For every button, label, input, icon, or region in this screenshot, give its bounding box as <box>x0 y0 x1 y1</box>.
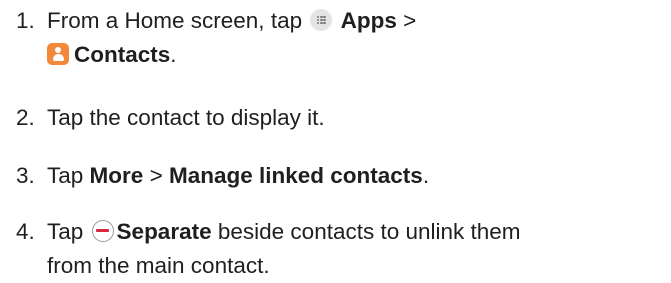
step-text: From a Home screen, tap <box>47 8 303 33</box>
contacts-person-icon <box>47 43 69 65</box>
instruction-steps: 1. From a Home screen, tap Apps > Contact… <box>0 0 671 278</box>
step-2: 2. Tap the contact to display it. <box>16 101 325 135</box>
separate-label: Separate <box>116 219 212 244</box>
manage-linked-contacts-label: Manage linked contacts <box>168 163 423 188</box>
step-continuation: from the main contact. <box>47 253 270 278</box>
remove-minus-icon <box>91 220 114 242</box>
step-text: beside contacts to unlink them <box>217 219 521 244</box>
contacts-label: Contacts <box>74 42 171 67</box>
step-continuation: Contacts. <box>16 38 416 72</box>
path-separator: > <box>403 8 417 33</box>
apps-grid-icon <box>310 9 333 31</box>
step-number: 3. <box>16 163 35 188</box>
step-3: 3. Tap More > Manage linked contacts. <box>16 159 429 193</box>
more-label: More <box>89 163 144 188</box>
step-number: 4. <box>16 219 35 244</box>
step-number: 2. <box>16 105 35 130</box>
step-text: Tap <box>47 219 84 244</box>
path-separator: > <box>149 163 163 188</box>
step-period: . <box>170 42 177 67</box>
step-number: 1. <box>16 8 35 33</box>
apps-label: Apps <box>340 8 397 33</box>
step-period: . <box>422 163 430 188</box>
step-text: Tap the contact to display it. <box>47 105 325 130</box>
step-text: Tap <box>47 163 84 188</box>
step-1: 1. From a Home screen, tap Apps > Contact… <box>16 4 416 72</box>
step-4: 4. Tap Separate beside contacts to unlink… <box>16 215 521 283</box>
